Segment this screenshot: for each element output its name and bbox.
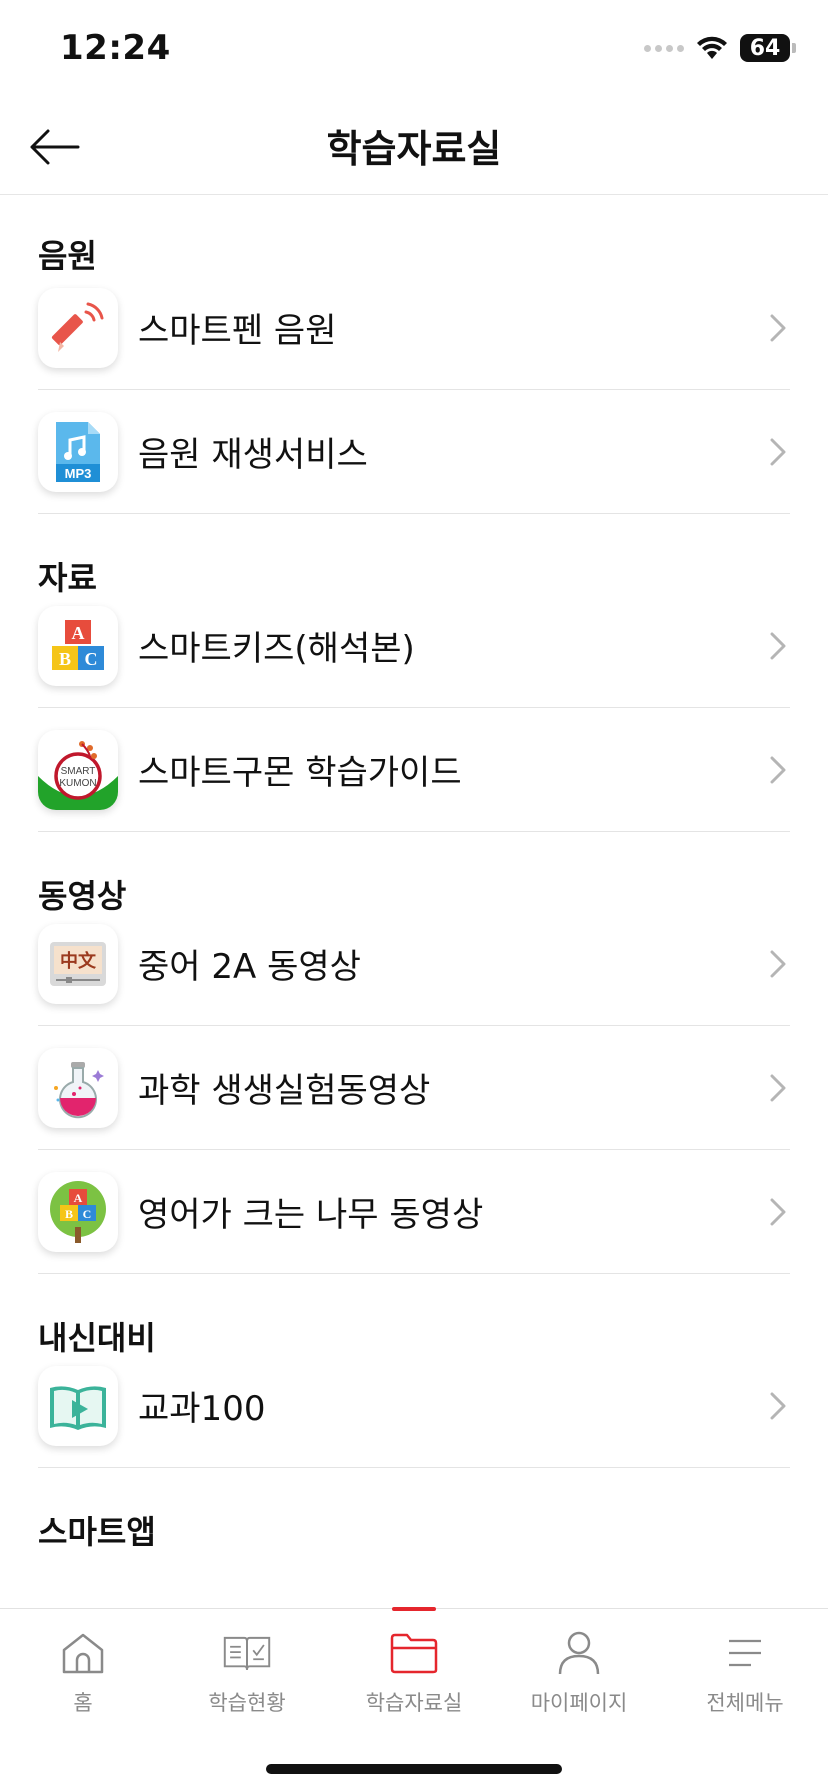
- home-icon: [62, 1633, 104, 1674]
- list-item-label: 스마트펜 음원: [138, 311, 337, 351]
- list-item-english-tree-video[interactable]: A B C 영어가 크는 나무 동영상: [38, 1150, 790, 1274]
- chinese-video-icon: 中文: [38, 923, 118, 1004]
- tab-my-page[interactable]: 마이페이지: [496, 1609, 662, 1719]
- tree-block-a-text: A: [74, 1191, 83, 1205]
- block-a-text: A: [72, 623, 85, 643]
- list-item-label: 교과100: [138, 1389, 266, 1429]
- english-tree-icon: A B C: [38, 1171, 118, 1252]
- battery-icon: 64: [740, 34, 790, 62]
- tab-study-status[interactable]: 학습현황: [164, 1609, 330, 1719]
- tab-home[interactable]: 홈: [0, 1609, 166, 1719]
- list-item-smartpen-audio[interactable]: 스마트펜 음원: [38, 266, 790, 390]
- battery-level: 64: [749, 35, 781, 61]
- list-item-label: 과학 생생실험동영상: [138, 1071, 431, 1111]
- menu-icon: [729, 1639, 761, 1667]
- science-flask-icon: [38, 1047, 118, 1128]
- play-book-icon: [38, 1365, 118, 1446]
- app-header: 학습자료실: [0, 100, 828, 195]
- study-status-icon: [223, 1636, 271, 1670]
- section-title-videos: 동영상: [38, 877, 127, 915]
- mp3-text: MP3: [65, 466, 92, 481]
- home-indicator: [266, 1764, 562, 1774]
- chevron-right-icon: [770, 756, 786, 783]
- kumon-text-line1: SMART: [61, 766, 96, 777]
- section-title-materials: 자료: [38, 559, 97, 597]
- wifi-icon: [697, 36, 727, 59]
- tab-label: 학습현황: [208, 1691, 286, 1715]
- list-item-science-video[interactable]: 과학 생생실험동영상: [38, 1026, 790, 1150]
- tree-block-c-text: C: [83, 1207, 92, 1221]
- list-item-audio-playback[interactable]: MP3 음원 재생서비스: [38, 390, 790, 514]
- chevron-right-icon: [770, 1198, 786, 1225]
- tab-study-materials[interactable]: 학습자료실: [331, 1607, 497, 1719]
- chevron-right-icon: [770, 314, 786, 341]
- tab-label: 학습자료실: [365, 1691, 463, 1715]
- status-indicators: 64: [644, 34, 796, 62]
- smart-kumon-logo-icon: SMART KUMON: [38, 729, 118, 810]
- list-item-label: 영어가 크는 나무 동영상: [138, 1195, 484, 1235]
- tab-label: 홈: [73, 1691, 93, 1715]
- list-item-chinese-video[interactable]: 中文 중어 2A 동영상: [38, 902, 790, 1026]
- section-title-smart-app: 스마트앱: [38, 1513, 156, 1551]
- smart-pen-icon: [38, 287, 118, 368]
- tree-block-b-text: B: [65, 1207, 73, 1221]
- list-item-label: 중어 2A 동영상: [138, 947, 361, 987]
- tab-label: 마이페이지: [530, 1691, 628, 1715]
- tab-all-menu[interactable]: 전체메뉴: [662, 1609, 828, 1719]
- kumon-text-line2: KUMON: [59, 778, 96, 789]
- list-item-label: 스마트키즈(해석본): [138, 629, 415, 669]
- chevron-right-icon: [770, 632, 786, 659]
- page-title: 학습자료실: [326, 127, 502, 171]
- list-item-smartkids[interactable]: A B C 스마트키즈(해석본): [38, 584, 790, 708]
- list-item-label: 스마트구몬 학습가이드: [138, 753, 462, 793]
- list-item-textbook100[interactable]: 교과100: [38, 1344, 790, 1468]
- list-item-smartkumon-guide[interactable]: SMART KUMON 스마트구몬 학습가이드: [38, 708, 790, 832]
- block-b-text: B: [59, 649, 71, 669]
- section-title-exam-prep: 내신대비: [38, 1319, 156, 1357]
- person-icon: [558, 1631, 600, 1675]
- abc-blocks-icon: A B C: [38, 605, 118, 686]
- cellular-signal-icon: [644, 44, 684, 52]
- chevron-right-icon: [770, 950, 786, 977]
- list-item-label: 음원 재생서비스: [138, 435, 368, 475]
- section-title-audio: 음원: [38, 237, 97, 275]
- block-c-text: C: [85, 649, 98, 669]
- status-bar: 12:24 64: [0, 0, 828, 100]
- status-time: 12:24: [60, 28, 171, 68]
- mp3-file-icon: MP3: [38, 411, 118, 492]
- tab-label: 전체메뉴: [706, 1691, 784, 1715]
- chevron-right-icon: [770, 1074, 786, 1101]
- active-tab-indicator: [392, 1607, 436, 1611]
- chevron-right-icon: [770, 438, 786, 465]
- content-list[interactable]: 음원 스마트펜 음원 MP3 음원 재생서비스 자료 A B C 스마트키즈(해…: [0, 196, 828, 1608]
- chevron-right-icon: [770, 1392, 786, 1419]
- chinese-text: 中文: [60, 950, 97, 972]
- folder-icon: [390, 1633, 438, 1674]
